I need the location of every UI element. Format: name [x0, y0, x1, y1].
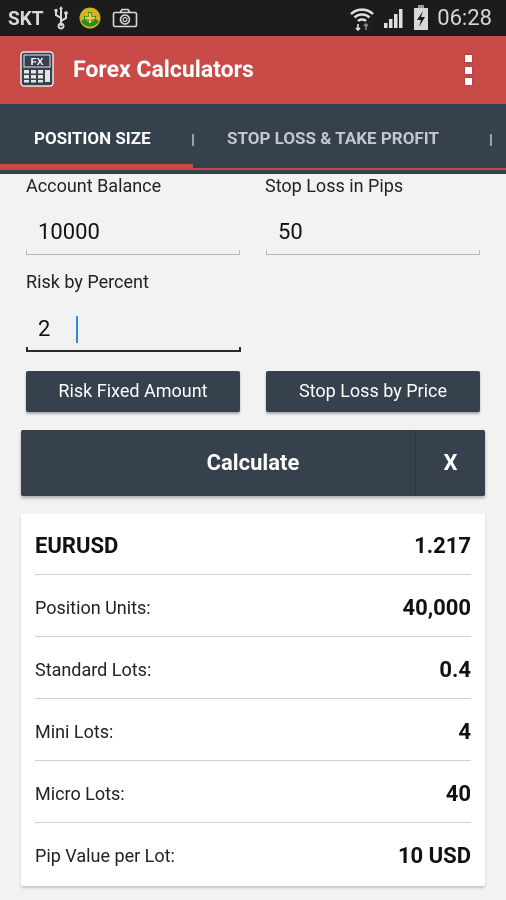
tab-position-size[interactable]: Position Size	[34, 104, 151, 170]
account-balance-input[interactable]	[26, 213, 240, 251]
tab-separator	[490, 134, 492, 146]
status-bar-right: 06:28	[349, 0, 492, 36]
signal-icon	[383, 7, 405, 29]
menu-dot	[464, 66, 472, 74]
exchange-rate: 1.217	[414, 533, 471, 559]
calculator-logo-icon: FX	[20, 51, 54, 87]
clock: 06:28	[437, 5, 492, 31]
result-label: Mini Lots:	[35, 721, 114, 743]
result-value: 40,000	[402, 595, 471, 621]
tab-separator	[192, 134, 194, 146]
carrier-label: SKT	[8, 6, 44, 30]
status-bar-left: SKT	[8, 0, 138, 36]
tab-underline	[193, 168, 506, 170]
result-label: Pip Value per Lot:	[35, 845, 175, 867]
field-underline	[26, 347, 241, 352]
risk-percent-label: Risk by Percent	[26, 272, 149, 293]
result-label: Position Units:	[35, 597, 151, 619]
overflow-menu-icon[interactable]	[456, 52, 480, 88]
account-balance-label: Account Balance	[26, 176, 162, 197]
row-divider	[35, 822, 471, 823]
calculate-bar: Calculate X	[21, 430, 485, 496]
row-divider	[35, 760, 471, 761]
field-underline	[266, 250, 480, 255]
result-value: 10 USD	[397, 843, 471, 869]
risk-percent-input[interactable]	[26, 310, 241, 348]
currency-pair-row: EURUSD 1.217	[35, 515, 471, 577]
account-balance-field[interactable]	[26, 213, 240, 255]
tab-stop-loss-take-profit[interactable]: Stop Loss & Take Profit	[227, 104, 439, 170]
stop-loss-pips-label: Stop Loss in Pips	[265, 176, 404, 197]
result-row-pip-value: Pip Value per Lot: 10 USD	[35, 825, 471, 887]
result-label: Standard Lots:	[35, 659, 152, 681]
camera-icon	[112, 8, 138, 28]
calculate-button[interactable]: Calculate	[21, 430, 415, 496]
stop-loss-pips-input[interactable]	[266, 213, 480, 251]
row-divider	[35, 574, 471, 575]
currency-pair: EURUSD	[35, 533, 119, 559]
result-label: Micro Lots:	[35, 783, 125, 805]
menu-dot	[464, 55, 472, 62]
stop-loss-pips-field[interactable]	[266, 213, 480, 255]
row-divider	[35, 636, 471, 637]
result-value: 0.4	[439, 657, 471, 683]
result-value: 40	[445, 781, 471, 807]
app-title: Forex Calculators	[73, 56, 254, 83]
app-bar: FX Forex Calculators	[0, 36, 506, 104]
battery-charging-icon	[413, 5, 429, 31]
menu-dot	[464, 78, 472, 85]
result-row-micro-lots: Micro Lots: 40	[35, 763, 471, 825]
status-bar: SKT 06:28	[0, 0, 506, 36]
usb-icon	[54, 6, 68, 30]
results-card: EURUSD 1.217 Position Units: 40,000 Stan…	[21, 514, 485, 886]
active-tab-indicator	[0, 164, 193, 170]
wifi-icon	[349, 5, 375, 31]
clear-button[interactable]: X	[416, 430, 485, 496]
result-value: 4	[458, 719, 471, 745]
result-row-standard-lots: Standard Lots: 0.4	[35, 639, 471, 701]
stop-loss-by-price-button[interactable]: Stop Loss by Price	[266, 371, 480, 412]
field-underline	[26, 250, 240, 255]
row-divider	[35, 698, 471, 699]
result-row-mini-lots: Mini Lots: 4	[35, 701, 471, 763]
text-caret	[76, 316, 78, 343]
svg-text:FX: FX	[31, 57, 44, 68]
risk-percent-field[interactable]	[26, 310, 241, 352]
risk-fixed-amount-button[interactable]: Risk Fixed Amount	[26, 371, 240, 412]
notification-app-icon	[78, 6, 102, 30]
result-row-position-units: Position Units: 40,000	[35, 577, 471, 639]
